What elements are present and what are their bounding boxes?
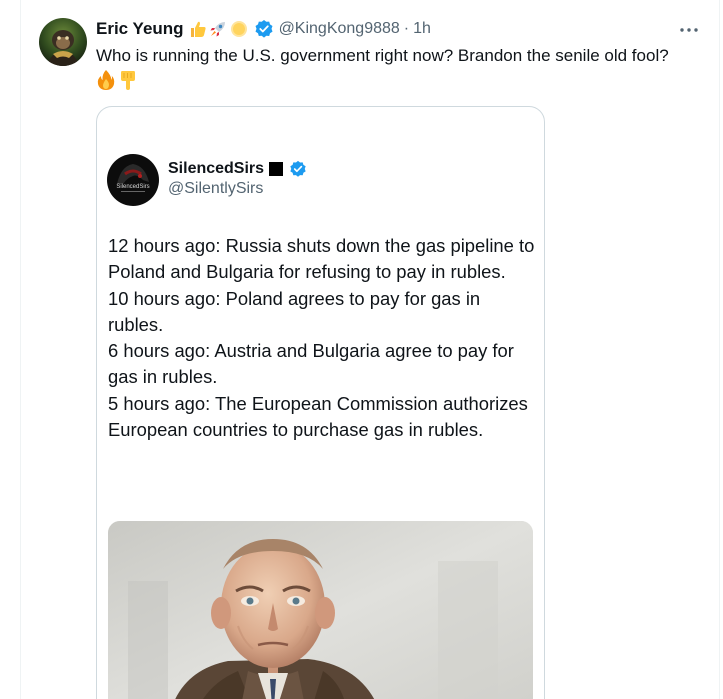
quoted-avatar-image: SilencedSirs	[107, 154, 159, 206]
verified-badge-icon	[254, 19, 274, 39]
tweet-time[interactable]: 1h	[413, 20, 431, 38]
quoted-line: 6 hours ago: Austria and Bulgaria agree …	[108, 340, 514, 388]
fire-icon	[97, 70, 115, 90]
more-options-icon[interactable]	[676, 20, 702, 40]
quoted-line: 12 hours ago: Russia shuts down the gas …	[108, 235, 535, 283]
quoted-author-avatar[interactable]: SilencedSirs	[107, 154, 159, 206]
tweet-header: Eric Yeung @KingKong9888 · 1h	[96, 17, 431, 41]
pointing-down-icon	[121, 71, 135, 90]
avatar-image	[39, 18, 87, 66]
quoted-tweet-text: 12 hours ago: Russia shuts down the gas …	[108, 233, 540, 443]
tweet-page: Eric Yeung @KingKong9888 · 1h Who is run…	[0, 0, 723, 699]
quoted-header: SilencedSirs	[168, 158, 307, 180]
black-square-icon	[269, 162, 284, 176]
tweet-trailing-emojis	[96, 68, 137, 92]
name-emojis	[188, 18, 250, 40]
quoted-line: 5 hours ago: The European Commission aut…	[108, 392, 528, 441]
author-name[interactable]: Eric Yeung	[96, 19, 184, 39]
tweet-text: Who is running the U.S. government right…	[96, 46, 669, 65]
thumbs-up-icon	[190, 21, 206, 37]
quoted-tweet-image[interactable]	[108, 521, 533, 699]
quoted-tweet-card[interactable]: SilencedSirs SilencedSirs @SilentlySirs …	[96, 106, 545, 699]
timeline-right-border	[719, 0, 720, 699]
rocket-icon	[210, 22, 225, 37]
sun-icon	[230, 21, 247, 37]
quoted-author-handle[interactable]: @SilentlySirs	[168, 180, 263, 198]
meta-separator: ·	[403, 20, 410, 37]
quoted-verified-badge-icon	[289, 160, 307, 178]
author-handle[interactable]: @KingKong9888	[279, 20, 400, 38]
author-avatar[interactable]	[39, 18, 87, 66]
quoted-author-name[interactable]: SilencedSirs	[168, 160, 264, 178]
caricature-illustration	[108, 521, 533, 699]
quoted-avatar-text: SilencedSirs	[116, 184, 149, 190]
timeline-left-border	[20, 0, 21, 699]
quoted-line: 10 hours ago: Poland agrees to pay for g…	[108, 287, 481, 335]
